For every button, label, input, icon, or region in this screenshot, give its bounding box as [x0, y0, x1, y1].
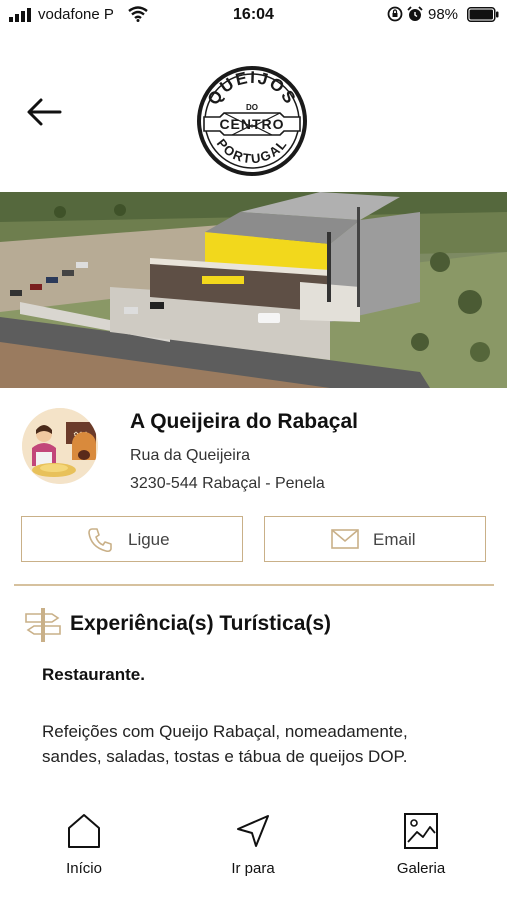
- call-button-label: Ligue: [128, 530, 170, 549]
- email-button[interactable]: Email: [264, 516, 486, 562]
- status-bar: vodafone P 16:04 98%: [0, 0, 507, 32]
- signpost-icon: [25, 608, 61, 642]
- address-line-1: Rua da Queijeira: [130, 447, 251, 464]
- tab-go-to-label: Ir para: [231, 860, 275, 877]
- phone-icon: [88, 528, 112, 553]
- alarm-icon: [407, 6, 423, 21]
- tab-go-to[interactable]: Ir para: [193, 812, 313, 882]
- battery-icon: [467, 7, 499, 22]
- battery-percentage: 98%: [428, 6, 459, 23]
- back-arrow-icon[interactable]: [24, 94, 64, 130]
- tab-gallery-label: Galeria: [396, 860, 446, 877]
- logo-text-bottom: PORTUGAL: [214, 136, 289, 166]
- tab-gallery[interactable]: Galeria: [361, 812, 481, 882]
- experience-subheading: Restaurante.: [42, 665, 145, 684]
- section-divider: [14, 584, 494, 586]
- place-name: A Queijeira do Rabaçal: [130, 410, 358, 433]
- hero-photo: [0, 192, 507, 388]
- queijos-do-centro-logo: QUEIJOS PORTUGAL DO CENTRO: [197, 66, 307, 176]
- place-avatar: ✿✿✿: [22, 408, 98, 484]
- call-button[interactable]: Ligue: [21, 516, 243, 562]
- home-icon: [68, 814, 100, 848]
- tab-home-label: Início: [66, 860, 102, 877]
- rotation-lock-icon: [387, 6, 403, 22]
- address-line-2: 3230-544 Rabaçal - Penela: [130, 475, 325, 492]
- email-button-label: Email: [373, 530, 416, 549]
- logo-text-do: DO: [246, 103, 258, 112]
- gallery-icon: [404, 813, 438, 849]
- tab-home[interactable]: Início: [24, 812, 144, 882]
- experience-title: Experiência(s) Turística(s): [70, 612, 332, 635]
- envelope-icon: [331, 529, 359, 549]
- logo-text-middle: CENTRO: [219, 116, 284, 132]
- svg-text:PORTUGAL: PORTUGAL: [214, 136, 290, 166]
- navigation-arrow-icon: [237, 815, 269, 847]
- experience-description: Refeições com Queijo Rabaçal, nomeadamen…: [42, 722, 408, 766]
